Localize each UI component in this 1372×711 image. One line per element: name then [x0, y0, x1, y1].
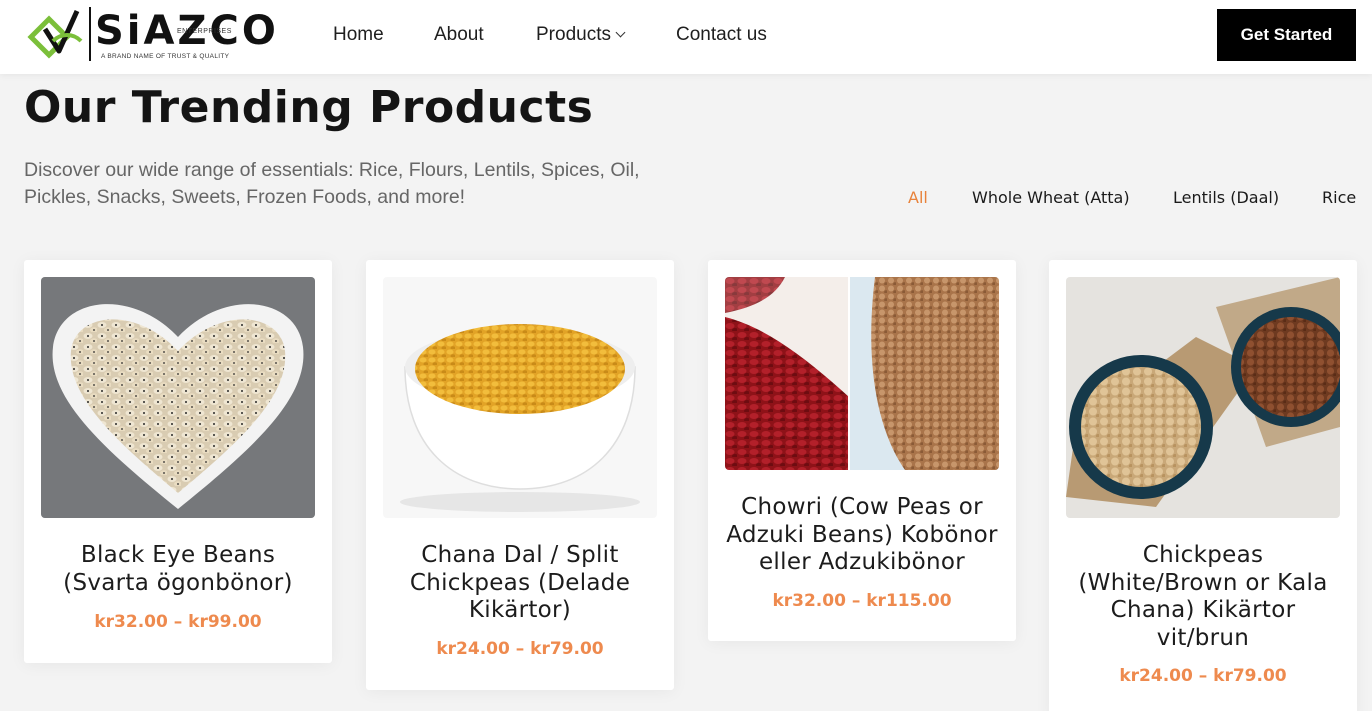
get-started-button[interactable]: Get Started	[1217, 9, 1356, 61]
chana-dal-bowl-image	[383, 277, 657, 518]
product-image-black-eye-beans[interactable]	[41, 277, 315, 518]
heart-bowl-image	[41, 277, 315, 518]
product-card[interactable]: Chowri (Cow Peas or Adzuki Beans) Koböno…	[708, 260, 1016, 641]
section-subtitle: Discover our wide range of essentials: R…	[24, 159, 640, 208]
site-header: SiAZCO ENTERPRISES A BRAND NAME OF TRUST…	[0, 0, 1372, 74]
product-image-chickpeas[interactable]	[1066, 277, 1340, 518]
brand-logo[interactable]: SiAZCO ENTERPRISES A BRAND NAME OF TRUST…	[27, 7, 276, 65]
product-price: kr32.00 – kr115.00	[772, 591, 952, 611]
logo-divider	[89, 7, 91, 61]
filter-all[interactable]: All	[908, 188, 928, 207]
product-title[interactable]: Chowri (Cow Peas or Adzuki Beans) Koböno…	[722, 494, 1002, 577]
filter-rice[interactable]: Rice	[1322, 188, 1356, 207]
product-price: kr24.00 – kr79.00	[1119, 666, 1287, 686]
section-title: Our Trending Products	[24, 82, 594, 133]
nav-products[interactable]: Products	[536, 23, 626, 47]
product-card[interactable]: Black Eye Beans (Svarta ögonbönor) kr32.…	[24, 260, 332, 663]
brand-tagline: A BRAND NAME OF TRUST & QUALITY	[101, 53, 230, 60]
product-title[interactable]: Chickpeas (White/Brown or Kala Chana) Ki…	[1063, 542, 1343, 652]
brand-sub: ENTERPRISES	[177, 28, 232, 35]
product-image-chana-dal[interactable]	[383, 277, 657, 518]
nav-home[interactable]: Home	[333, 23, 384, 47]
nav-products-label: Products	[536, 24, 611, 45]
product-card[interactable]: Chickpeas (White/Brown or Kala Chana) Ki…	[1049, 260, 1357, 711]
red-and-brown-beans-image	[725, 277, 999, 470]
product-title[interactable]: Chana Dal / Split Chickpeas (Delade Kikä…	[380, 542, 660, 625]
filter-lentils[interactable]: Lentils (Daal)	[1173, 188, 1279, 207]
product-title[interactable]: Black Eye Beans (Svarta ögonbönor)	[38, 542, 318, 597]
chickpea-bowls-image	[1066, 277, 1340, 518]
product-card[interactable]: Chana Dal / Split Chickpeas (Delade Kikä…	[366, 260, 674, 690]
nav-contact[interactable]: Contact us	[676, 23, 767, 47]
logo-mark-icon	[27, 9, 83, 59]
product-image-chowri[interactable]	[725, 277, 999, 470]
product-price: kr32.00 – kr99.00	[94, 612, 262, 632]
chevron-down-icon	[615, 27, 626, 38]
nav-about[interactable]: About	[434, 23, 484, 47]
product-price: kr24.00 – kr79.00	[436, 639, 604, 659]
filter-whole-wheat[interactable]: Whole Wheat (Atta)	[972, 188, 1130, 207]
